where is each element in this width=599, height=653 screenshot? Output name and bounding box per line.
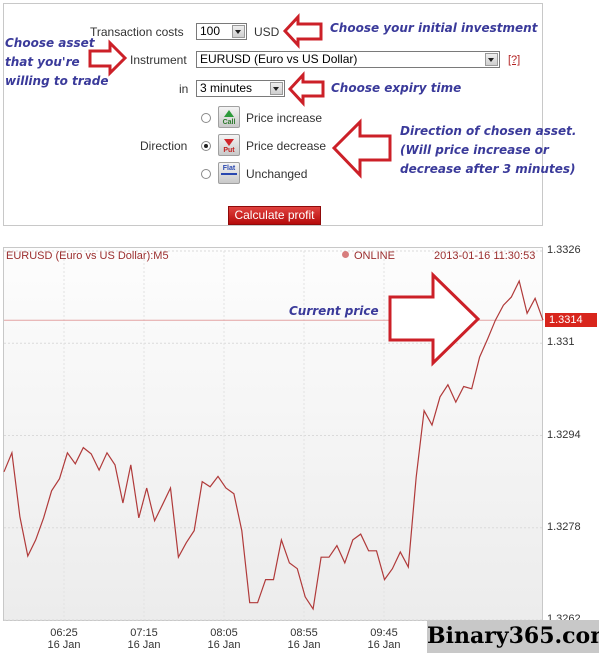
watermark-logo: Binary365.com bbox=[427, 620, 599, 653]
x-tick-date: 16 Jan bbox=[287, 639, 321, 651]
annotation-current-price: Current price bbox=[289, 304, 379, 318]
x-tick-label: 09:45 16 Jan bbox=[354, 627, 414, 651]
chart-title: EURUSD (Euro vs US Dollar):M5 bbox=[6, 250, 169, 262]
x-tick-time: 06:25 bbox=[50, 627, 78, 639]
x-tick-time: 07:15 bbox=[130, 627, 158, 639]
annotation-direction-line2: (Will price increase or bbox=[400, 143, 549, 157]
x-tick-time: 09:45 bbox=[370, 627, 398, 639]
annotation-asset-line3: willing to trade bbox=[5, 74, 109, 88]
y-tick-label: 1.3326 bbox=[547, 244, 581, 256]
y-tick-label: 1.3278 bbox=[547, 520, 581, 533]
annotation-direction-line1: Direction of chosen asset. bbox=[400, 124, 577, 138]
current-price-badge: 1.3314 bbox=[545, 313, 597, 328]
annotation-asset-line1: Choose asset bbox=[5, 36, 95, 50]
x-tick-label: 07:15 16 Jan bbox=[114, 627, 174, 651]
x-tick-date: 16 Jan bbox=[367, 639, 401, 651]
price-series-line bbox=[3, 279, 544, 611]
x-tick-label: 08:05 16 Jan bbox=[194, 627, 254, 651]
annotation-asset-line2: that you're bbox=[5, 55, 80, 69]
x-tick-label: 06:25 16 Jan bbox=[34, 627, 94, 651]
online-status-text: ONLINE bbox=[354, 250, 395, 262]
annotation-investment: Choose your initial investment bbox=[330, 21, 538, 35]
status-dot-icon bbox=[342, 251, 349, 258]
price-chart-svg bbox=[3, 250, 544, 621]
x-tick-date: 16 Jan bbox=[47, 639, 81, 651]
annotation-direction-line3: decrease after 3 minutes) bbox=[400, 162, 576, 176]
x-tick-time: 08:55 bbox=[290, 627, 318, 639]
x-tick-label: 08:55 16 Jan bbox=[274, 627, 334, 651]
x-tick-time: 08:05 bbox=[210, 627, 238, 639]
y-tick-label: 1.331 bbox=[547, 336, 575, 349]
chart-timestamp: 2013-01-16 11:30:53 bbox=[434, 250, 536, 262]
online-status: ONLINE bbox=[342, 250, 395, 262]
y-tick-label: 1.3294 bbox=[547, 428, 581, 441]
annotation-expiry: Choose expiry time bbox=[331, 81, 462, 95]
x-tick-date: 16 Jan bbox=[127, 639, 161, 651]
x-tick-date: 16 Jan bbox=[207, 639, 241, 651]
